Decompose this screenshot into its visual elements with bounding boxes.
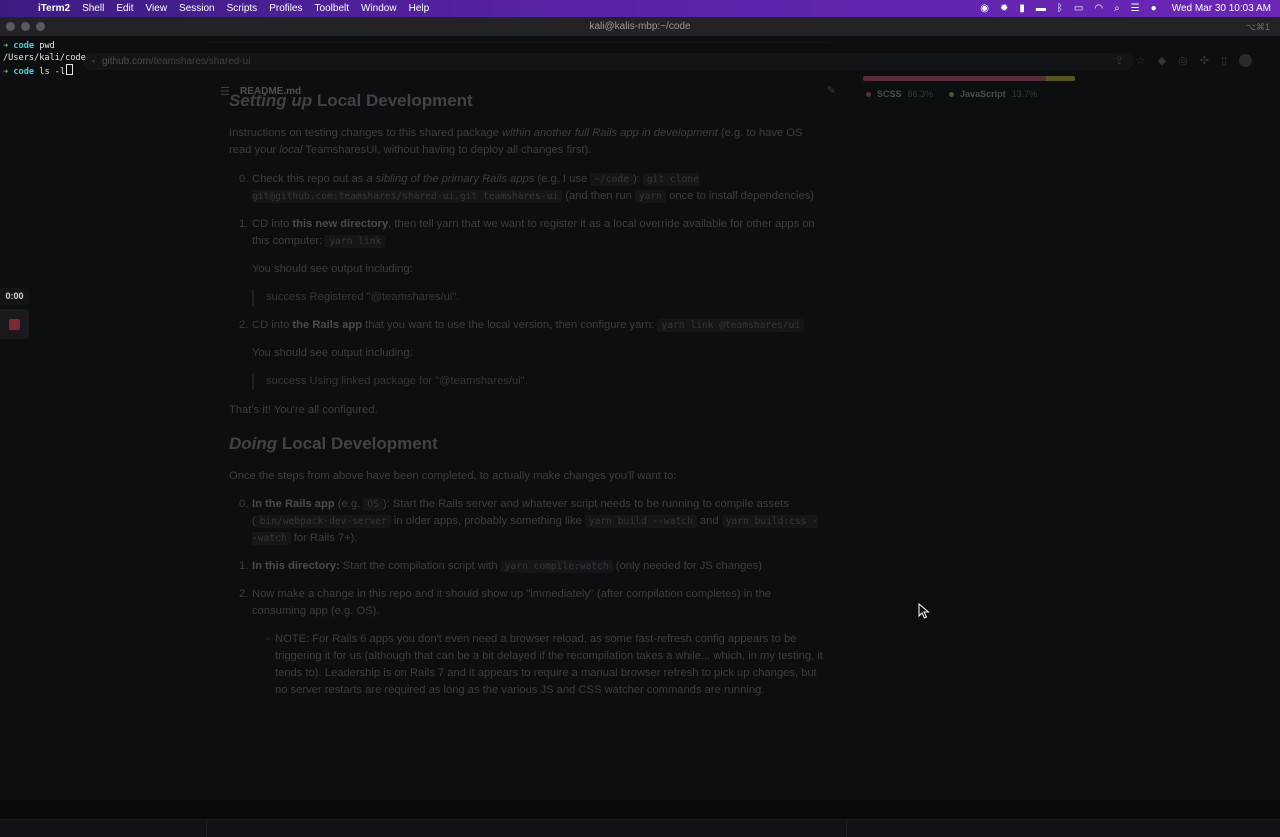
javascript-dot (949, 91, 955, 97)
lock-icon: ▪ (92, 56, 96, 66)
menu-edit[interactable]: Edit (112, 3, 141, 14)
menu-toolbelt[interactable]: Toolbelt (311, 3, 357, 14)
text-cursor (66, 64, 74, 75)
language-bar (863, 76, 1075, 81)
list-item: 0. In the Rails app (e.g. OS): Start the… (239, 498, 819, 545)
menu-shell[interactable]: Shell (78, 3, 112, 14)
password-manager-icon[interactable]: ◉ (980, 3, 989, 14)
search-icon[interactable]: ⌕ (1114, 3, 1120, 14)
list-item: 1. CD into this new directory, then tell… (229, 216, 823, 306)
once-paragraph: Once the steps from above have been comp… (229, 470, 677, 482)
pencil-icon[interactable]: ✎ (827, 84, 836, 97)
terminal-line: ➜ code pwd (3, 41, 55, 51)
javascript-bar-segment (1045, 76, 1075, 81)
language-legend: SCSS 86.3% JavaScript 13.7% (866, 89, 1037, 99)
stop-icon (9, 319, 20, 330)
intro-paragraph: Instructions on testing changes to this … (229, 127, 803, 156)
siri-icon[interactable]: ● (1151, 3, 1157, 14)
menu-window[interactable]: Window (357, 3, 405, 14)
stop-recording-button[interactable] (0, 309, 29, 339)
heading-doing: Doing Local Development (229, 434, 438, 453)
menu-profiles[interactable]: Profiles (265, 3, 310, 14)
list-item: 1. In this directory: Start the compilat… (239, 560, 762, 573)
url-text: github.com/teamshares/shared-ui (102, 56, 251, 67)
divider (846, 820, 847, 837)
keyboard-icon[interactable]: ▬ (1036, 3, 1046, 14)
share-icon[interactable]: ⇪ (1115, 54, 1124, 67)
scss-bar-segment (863, 76, 1046, 81)
terminal-output[interactable]: ➜ code pwd/Users/kali/code ➜ code ls -l (3, 40, 86, 78)
window-title-bar[interactable]: kali@kalis-mbp:~/code ⌥⌘1 (0, 17, 1280, 37)
language-scss[interactable]: SCSS 86.3% (866, 89, 933, 99)
tab-strip (210, 36, 830, 43)
menu-session[interactable]: Session (175, 3, 223, 14)
recording-timer: 0:00 (0, 288, 29, 305)
control-center-icon[interactable]: ☰ (1131, 3, 1140, 14)
bookmark-star-icon[interactable]: ☆ (1136, 54, 1146, 67)
terminal-line: ➜ code ls -l (3, 64, 86, 78)
menu-help[interactable]: Help (405, 3, 438, 14)
browser-toolbar: ⇪ ☆ ◆ ◎ ✣ ▯ (1115, 54, 1252, 67)
battery-icon[interactable]: ▭ (1074, 3, 1083, 14)
scss-dot (866, 91, 871, 97)
puzzle-icon[interactable]: ✣ (1200, 54, 1209, 67)
extension-icon[interactable]: ◎ (1178, 54, 1188, 67)
blockquote: success Using linked package for "@teams… (252, 373, 823, 390)
list-item: 0. Check this repo out as a sibling of t… (239, 173, 815, 203)
window-title: kali@kalis-mbp:~/code (589, 21, 691, 32)
menu-bar: iTerm2 Shell Edit View Session Scripts P… (0, 0, 1280, 17)
clock[interactable]: Wed Mar 30 10:03 AM (1172, 3, 1271, 14)
readme-content: Setting up Local Development Instruction… (229, 89, 823, 699)
terminal-line: /Users/kali/code (3, 53, 86, 63)
sidebar-icon[interactable]: ▯ (1221, 54, 1227, 67)
done-paragraph: That's it! You're all configured. (229, 404, 378, 416)
menu-app-iterm2[interactable]: iTerm2 (34, 3, 78, 14)
extension-icon[interactable]: ◆ (1158, 54, 1166, 67)
heading-setting-up: Setting up Local Development (229, 91, 473, 110)
status-area: ◉ ✹ ▮ ▬ ᛒ ▭ ◠ ⌕ ☰ ● Wed Mar 30 10:03 AM (980, 3, 1280, 14)
notes-icon[interactable]: ▮ (1019, 3, 1025, 14)
blockquote: success Registered "@teamshares/ui". (252, 289, 823, 306)
menu-view[interactable]: View (142, 3, 176, 14)
wifi-icon[interactable]: ◠ (1094, 3, 1103, 14)
bluetooth-icon[interactable]: ᛒ (1057, 3, 1063, 14)
address-bar[interactable]: ▪ github.com/teamshares/shared-ui (82, 53, 1134, 70)
note-list-item: ◦ NOTE: For Rails 6 apps you don't even … (266, 633, 823, 696)
language-javascript[interactable]: JavaScript 13.7% (949, 89, 1037, 99)
divider (206, 820, 207, 837)
profile-avatar[interactable] (1239, 54, 1252, 67)
menu-scripts[interactable]: Scripts (223, 3, 266, 14)
list-item: 2. CD into the Rails app that you want t… (229, 317, 823, 390)
list-item: 2. Now make a change in this repo and it… (239, 588, 772, 617)
window-shortcut: ⌥⌘1 (1245, 22, 1270, 32)
brightness-icon[interactable]: ✹ (1000, 3, 1008, 14)
footer-strip (0, 819, 1280, 837)
mouse-pointer-icon (918, 603, 930, 619)
